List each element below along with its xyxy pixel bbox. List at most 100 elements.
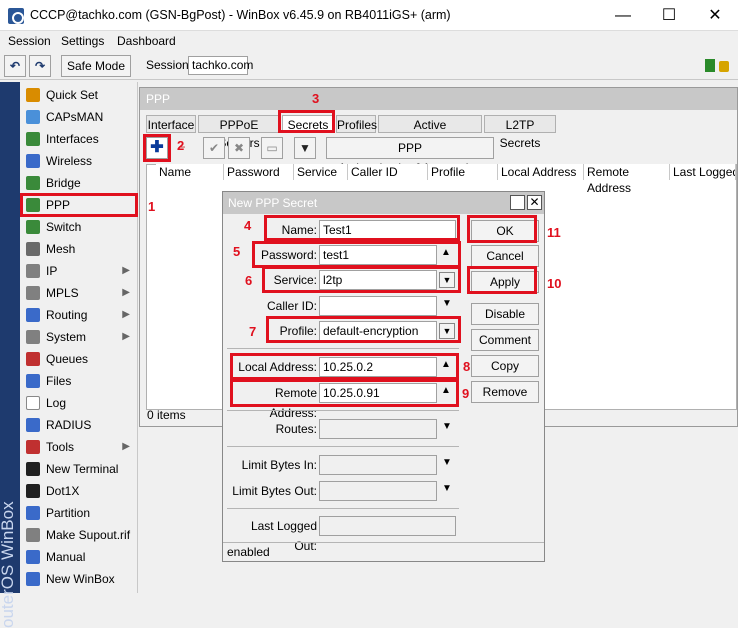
dialog-close-button[interactable]: ✕ <box>527 195 542 210</box>
tab-interface[interactable]: Interface <box>146 115 196 133</box>
sidebar-item-capsman[interactable]: CAPsMAN <box>20 106 138 128</box>
col-profile[interactable]: Profile <box>428 164 498 180</box>
sidebar-item-system[interactable]: System ▶ <box>20 326 138 348</box>
disable-button[interactable]: Disable <box>471 303 539 325</box>
apply-button[interactable]: Apply <box>471 271 539 293</box>
filter-button[interactable]: ▼ <box>294 137 316 159</box>
sidebar-item-ppp[interactable]: PPP <box>20 194 138 216</box>
sidebar-item-manual[interactable]: Manual <box>20 546 138 568</box>
local-address-input[interactable]: 10.25.0.2 <box>319 357 437 377</box>
sidebar-item-bridge[interactable]: Bridge <box>20 172 138 194</box>
menu-dashboard[interactable]: Dashboard <box>117 34 176 48</box>
col-name[interactable]: Name <box>156 164 224 180</box>
sidebar-item-dot1x[interactable]: Dot1X <box>20 480 138 502</box>
tab-secrets[interactable]: Secrets <box>282 115 334 133</box>
enable-button[interactable]: ✔ <box>203 137 225 159</box>
password-collapse-icon[interactable]: ▲ <box>441 247 451 258</box>
tab-l2tp-secrets[interactable]: L2TP Secrets <box>484 115 556 150</box>
name-input[interactable]: Test1 <box>319 220 456 240</box>
comment-button[interactable]: Comment <box>471 329 539 351</box>
sidebar-item-new-winbox[interactable]: New WinBox <box>20 568 138 590</box>
caller-id-input[interactable] <box>319 296 437 316</box>
sidebar-item-make-supout-rif[interactable]: Make Supout.rif <box>20 524 138 546</box>
limit-bytes-in-input[interactable] <box>319 455 437 475</box>
copy-button[interactable]: Copy <box>471 355 539 377</box>
sidebar-item-mesh[interactable]: Mesh <box>20 238 138 260</box>
sidebar-item-ip[interactable]: IP ▶ <box>20 260 138 282</box>
manual-icon <box>26 550 40 564</box>
interfaces-icon <box>26 132 40 146</box>
submenu-arrow-icon: ▶ <box>122 441 130 452</box>
minimize-button[interactable]: — <box>600 0 646 31</box>
tab-profiles[interactable]: Profiles <box>336 115 377 133</box>
ppp-icon <box>26 198 40 212</box>
col-password[interactable]: Password <box>224 164 294 180</box>
disable-button[interactable]: ✖ <box>228 137 250 159</box>
tab-active-connections[interactable]: Active Connections <box>378 115 482 150</box>
service-select[interactable]: l2tp <box>319 270 437 290</box>
comment-button[interactable]: ▭ <box>261 137 283 159</box>
ok-button[interactable]: OK <box>471 220 539 242</box>
tab-pppoe-servers[interactable]: PPPoE Servers <box>198 115 280 150</box>
brand-bar: outerOS WinBox <box>0 82 20 628</box>
redo-button[interactable]: ↷ <box>29 55 51 77</box>
add-secret-button[interactable]: ✚ <box>146 137 168 159</box>
safe-mode-button[interactable]: Safe Mode <box>61 55 131 77</box>
cancel-button[interactable]: Cancel <box>471 245 539 267</box>
menu-bar: Session Settings Dashboard <box>0 31 738 51</box>
session-field[interactable]: tachko.com <box>188 56 253 75</box>
routes-dropdown-icon[interactable]: ▼ <box>442 421 452 432</box>
profile-select[interactable]: default-encryption <box>319 321 437 341</box>
menu-session[interactable]: Session <box>8 34 51 48</box>
sidebar-item-files[interactable]: Files <box>20 370 138 392</box>
sidebar-item-wireless[interactable]: Wireless <box>20 150 138 172</box>
col-service[interactable]: Service <box>294 164 348 180</box>
limit-bytes-out-input[interactable] <box>319 481 437 501</box>
close-button[interactable]: ✕ <box>692 0 738 31</box>
col-local-address[interactable]: Local Address <box>498 164 584 180</box>
sidebar-item-routing[interactable]: Routing ▶ <box>20 304 138 326</box>
limit-bytes-out-label: Limit Bytes Out: <box>232 484 317 498</box>
routes-input[interactable] <box>319 419 437 439</box>
limit-bytes-in-dropdown-icon[interactable]: ▼ <box>442 457 452 468</box>
profile-dropdown-icon[interactable]: ▼ <box>439 323 455 339</box>
last-logged-out-field <box>319 516 456 536</box>
maximize-button[interactable]: ☐ <box>646 0 692 31</box>
sidebar-item-new-terminal[interactable]: New Terminal <box>20 458 138 480</box>
filter-icon: ▼ <box>299 141 311 155</box>
sidebar-item-label: Mesh <box>46 242 76 256</box>
remove-button[interactable]: Remove <box>471 381 539 403</box>
log-icon <box>26 396 40 410</box>
col-last-logged-out[interactable]: Last Logged O <box>670 164 736 180</box>
ppp-auth-accounting-button[interactable]: PPP Authentication&Accounting <box>326 137 494 175</box>
menu-settings[interactable]: Settings <box>61 34 104 48</box>
separator <box>227 446 459 447</box>
sidebar-item-label: Make Supout.rif <box>46 528 131 542</box>
sidebar-item-label: Log <box>46 396 67 410</box>
service-dropdown-icon[interactable]: ▼ <box>439 272 455 288</box>
local-address-label: Local Address: <box>238 360 317 374</box>
sidebar-item-interfaces[interactable]: Interfaces <box>20 128 138 150</box>
remote-address-input[interactable]: 10.25.0.91 <box>319 383 437 403</box>
sidebar-item-log[interactable]: Log <box>20 392 138 414</box>
caller-id-dropdown-icon[interactable]: ▼ <box>442 298 452 309</box>
local-address-collapse-icon[interactable]: ▲ <box>441 359 451 370</box>
limit-bytes-out-dropdown-icon[interactable]: ▼ <box>442 483 452 494</box>
sidebar-item-switch[interactable]: Switch <box>20 216 138 238</box>
sidebar-item-queues[interactable]: Queues <box>20 348 138 370</box>
sidebar-item-radius[interactable]: RADIUS <box>20 414 138 436</box>
annotation-2: 2 <box>177 138 185 153</box>
annotation-4: 4 <box>244 218 252 233</box>
undo-button[interactable]: ↶ <box>4 55 26 77</box>
sidebar-item-tools[interactable]: Tools ▶ <box>20 436 138 458</box>
sidebar-item-partition[interactable]: Partition <box>20 502 138 524</box>
col-caller-id[interactable]: Caller ID <box>348 164 428 180</box>
password-input[interactable]: test1 <box>319 245 437 265</box>
remote-address-collapse-icon[interactable]: ▲ <box>441 385 451 396</box>
switch-icon <box>26 220 40 234</box>
name-label: Name: <box>281 223 317 237</box>
dialog-maximize-button[interactable] <box>510 195 525 210</box>
col-remote-address[interactable]: Remote Address <box>584 164 670 195</box>
sidebar-item-quick-set[interactable]: Quick Set <box>20 84 138 106</box>
sidebar-item-mpls[interactable]: MPLS ▶ <box>20 282 138 304</box>
